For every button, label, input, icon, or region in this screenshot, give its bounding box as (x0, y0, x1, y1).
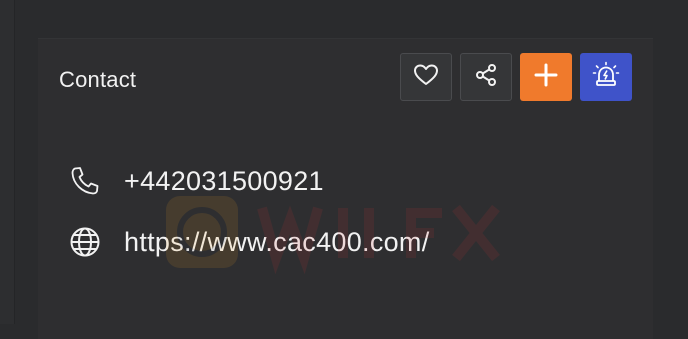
contact-card: Contact +442031500921 https://www.cac400… (38, 38, 653, 339)
card-title: Contact (59, 67, 137, 92)
right-panel-edge (653, 38, 688, 324)
siren-icon (592, 61, 620, 94)
plus-icon (533, 62, 559, 93)
watermark-logo (166, 196, 526, 301)
share-icon (474, 63, 498, 92)
share-button[interactable] (460, 53, 512, 101)
phone-number[interactable]: +442031500921 (124, 166, 324, 197)
heart-icon (413, 63, 439, 92)
add-button[interactable] (520, 53, 572, 101)
alert-button[interactable] (580, 53, 632, 101)
phone-row: +442031500921 (68, 164, 324, 198)
favorite-button[interactable] (400, 53, 452, 101)
left-panel-edge (0, 0, 15, 324)
action-bar (400, 53, 632, 101)
phone-icon (68, 164, 102, 198)
globe-icon (68, 225, 102, 259)
